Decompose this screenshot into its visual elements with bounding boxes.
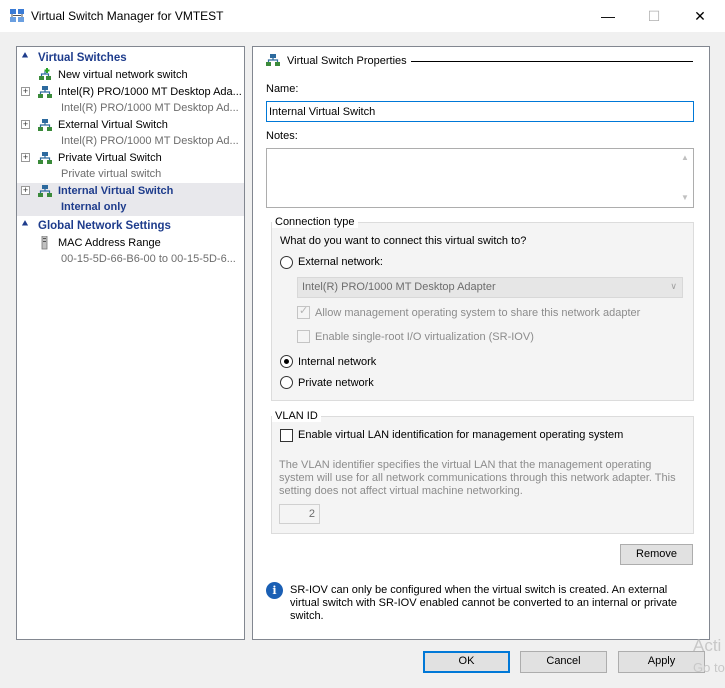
vertical-scrollbar[interactable] [710,46,725,640]
private-network-label: Private network [298,377,374,389]
connection-question: What do you want to connect this virtual… [280,235,527,247]
allow-management-label: Allow management operating system to sha… [315,307,641,319]
expand-icon[interactable]: + [21,186,30,195]
chevron-down-icon: ∨ [670,281,677,291]
collapse-chevron-icon: ⯅ [21,219,29,230]
vlan-id-legend: VLAN ID [272,410,321,422]
sidebar-item-external-switch[interactable]: + External Virtual Switch Intel(R) PRO/1… [17,117,244,150]
enable-vlan-label: Enable virtual LAN identification for ma… [298,429,624,441]
network-switch-icon [37,118,53,132]
sidebar-item-mac-address-range[interactable]: MAC Address Range 00-15-5D-66-B6-00 to 0… [17,235,244,268]
collapse-chevron-icon: ⯅ [21,51,29,62]
private-network-radio[interactable] [280,376,293,389]
notes-scrollbar[interactable]: ▲ ▼ [677,149,693,207]
name-input[interactable] [266,101,694,122]
vlan-id-input[interactable]: 2 [279,504,320,524]
network-switch-icon [37,85,53,99]
properties-title: Virtual Switch Properties [287,55,407,67]
new-switch-icon [37,68,53,82]
cancel-button[interactable]: Cancel [520,651,607,673]
mac-address-icon [37,235,53,250]
notes-label: Notes: [266,130,298,142]
apply-button[interactable]: Apply [618,651,705,673]
switch-tree-pane: ⯅ Virtual Switches New virtual network s… [16,46,245,640]
activation-watermark-sub: Go to [693,660,725,675]
sidebar-item-private-switch[interactable]: + Private Virtual Switch Private virtual… [17,150,244,183]
sidebar-item-intel-switch[interactable]: + Intel(R) PRO/1000 MT Desktop Ada... In… [17,84,244,117]
sriov-label: Enable single-root I/O virtualization (S… [315,331,534,343]
global-network-settings-header[interactable]: ⯅ Global Network Settings [17,218,244,235]
sriov-checkbox[interactable] [297,330,310,343]
sidebar-item-new-switch[interactable]: New virtual network switch [17,67,244,84]
close-button[interactable]: ✕ [677,0,723,32]
vlan-description: The VLAN identifier specifies the virtua… [279,459,676,497]
remove-button[interactable]: Remove [620,544,693,565]
window-title: Virtual Switch Manager for VMTEST [31,9,224,23]
allow-management-checkbox[interactable]: ✓ [297,305,310,319]
network-switch-icon [37,184,53,198]
network-adapter-select[interactable]: Intel(R) PRO/1000 MT Desktop Adapter ∨ [297,277,683,298]
ok-button[interactable]: OK [423,651,510,673]
sriov-info-text: SR-IOV can only be configured when the v… [290,584,678,622]
enable-vlan-checkbox[interactable] [280,429,293,442]
info-icon: i [266,582,283,599]
scroll-up-icon[interactable]: ▲ [681,153,689,162]
external-network-radio[interactable] [280,256,293,269]
virtual-switch-manager-icon [9,8,25,24]
name-label: Name: [266,83,299,95]
external-network-label: External network: [298,256,383,268]
minimize-button[interactable]: — [585,0,631,32]
expand-icon[interactable]: + [21,120,30,129]
header-divider [411,61,693,62]
maximize-button[interactable]: ☐ [631,0,677,32]
network-switch-icon [265,53,281,67]
expand-icon[interactable]: + [21,87,30,96]
title-bar: Virtual Switch Manager for VMTEST — ☐ ✕ [0,0,725,32]
virtual-switches-header[interactable]: ⯅ Virtual Switches [17,50,244,67]
activation-watermark: Acti [693,636,722,655]
connection-type-legend: Connection type [272,216,358,228]
scroll-down-icon[interactable]: ▼ [681,193,689,202]
internal-network-label: Internal network [298,356,377,368]
expand-icon[interactable]: + [21,153,30,162]
sidebar-item-internal-switch[interactable]: + Internal Virtual Switch Internal only [17,183,244,216]
checkmark-icon: ✓ [299,305,309,317]
network-switch-icon [37,151,53,165]
notes-textarea[interactable]: ▲ ▼ [266,148,694,208]
internal-network-radio[interactable] [280,355,293,368]
